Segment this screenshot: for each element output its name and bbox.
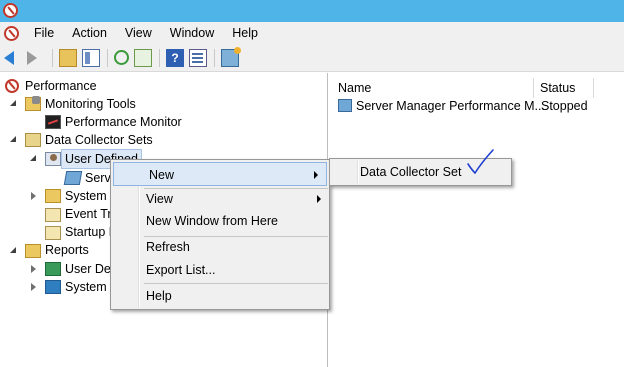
event-trace-icon bbox=[45, 208, 61, 222]
forward-button[interactable] bbox=[27, 49, 45, 67]
submenu-arrow-icon bbox=[317, 195, 321, 203]
help-icon[interactable]: ? bbox=[166, 48, 184, 67]
row-status: Stopped bbox=[541, 99, 588, 113]
list-header: Name Status bbox=[332, 78, 624, 98]
expand-reports-user-defined-icon[interactable] bbox=[29, 260, 39, 278]
up-folder-icon[interactable] bbox=[59, 48, 77, 67]
system-folder-icon bbox=[45, 189, 61, 203]
performance-monitor-icon bbox=[45, 115, 61, 129]
menu-item-help-label: Help bbox=[146, 289, 172, 303]
expand-reports-icon[interactable] bbox=[9, 242, 19, 260]
menu-item-new[interactable]: New bbox=[113, 162, 327, 186]
menu-item-view[interactable]: View bbox=[111, 187, 329, 211]
tree-item-monitoring-tools[interactable]: Monitoring Tools bbox=[45, 95, 136, 113]
tree-item-system[interactable]: System bbox=[65, 187, 107, 205]
context-menu: New View New Window from Here Refresh Ex… bbox=[110, 159, 330, 310]
menu-item-view-label: View bbox=[146, 192, 173, 206]
menu-bar: File Action View Window Help bbox=[0, 22, 624, 44]
menu-item-refresh[interactable]: Refresh bbox=[111, 235, 329, 259]
toolbar-separator bbox=[159, 48, 160, 67]
menu-window[interactable]: Window bbox=[161, 22, 223, 44]
title-bar bbox=[0, 0, 624, 22]
show-hide-tree-icon[interactable] bbox=[82, 48, 100, 67]
expand-reports-system-icon[interactable] bbox=[29, 278, 39, 296]
action-pane-icon[interactable] bbox=[221, 46, 241, 67]
user-defined-icon bbox=[45, 152, 61, 166]
toolbar-separator bbox=[52, 48, 53, 67]
performance-icon bbox=[5, 79, 19, 93]
column-header-status[interactable]: Status bbox=[534, 78, 594, 98]
startup-event-icon bbox=[45, 226, 61, 240]
export-list-icon[interactable] bbox=[134, 48, 152, 67]
expand-monitoring-tools-icon[interactable] bbox=[9, 95, 19, 113]
expand-data-collector-sets-icon[interactable] bbox=[9, 131, 19, 149]
server-collector-icon bbox=[63, 171, 83, 185]
expand-user-defined-icon[interactable] bbox=[29, 150, 39, 168]
menu-view[interactable]: View bbox=[116, 22, 161, 44]
list-row[interactable]: Server Manager Performance M... Stopped bbox=[336, 97, 624, 115]
row-name: Server Manager Performance M... bbox=[356, 99, 545, 113]
tree-item-reports-user-defined[interactable]: User Def bbox=[65, 260, 114, 278]
toolbar-separator bbox=[214, 48, 215, 67]
data-collector-set-icon bbox=[338, 99, 352, 112]
refresh-icon[interactable] bbox=[114, 50, 129, 65]
reports-folder-icon bbox=[25, 244, 41, 258]
toolbar-separator bbox=[107, 48, 108, 67]
tree-item-event-trace[interactable]: Event Tr bbox=[65, 205, 112, 223]
properties-icon[interactable] bbox=[189, 48, 207, 67]
submenu-arrow-icon bbox=[314, 171, 318, 179]
tree-item-performance-monitor[interactable]: Performance Monitor bbox=[65, 113, 182, 131]
tree-item-performance[interactable]: Performance bbox=[25, 77, 97, 95]
menu-item-new-label: New bbox=[149, 168, 175, 182]
monitoring-tools-folder-icon bbox=[25, 96, 41, 111]
back-button[interactable] bbox=[4, 49, 22, 67]
forward-arrow-icon bbox=[27, 50, 37, 65]
menu-file[interactable]: File bbox=[25, 22, 63, 44]
back-arrow-icon bbox=[4, 50, 14, 65]
toolbar: ? bbox=[0, 44, 624, 72]
menu-action[interactable]: Action bbox=[63, 22, 116, 44]
menu-item-export-list[interactable]: Export List... bbox=[111, 258, 329, 282]
menu-item-new-window-label: New Window from Here bbox=[146, 214, 278, 228]
system-menu-icon[interactable] bbox=[4, 25, 19, 41]
column-header-name[interactable]: Name bbox=[332, 78, 534, 98]
performance-monitor-app-icon[interactable] bbox=[3, 3, 18, 18]
reports-user-defined-icon bbox=[45, 262, 61, 276]
menu-help[interactable]: Help bbox=[223, 22, 267, 44]
menu-item-new-window[interactable]: New Window from Here bbox=[111, 209, 329, 233]
tree-item-reports-system[interactable]: System bbox=[65, 278, 107, 296]
tree-item-data-collector-sets[interactable]: Data Collector Sets bbox=[45, 131, 153, 149]
checkmark-annotation-icon bbox=[467, 149, 494, 174]
expand-system-icon[interactable] bbox=[29, 187, 39, 205]
menu-item-refresh-label: Refresh bbox=[146, 240, 190, 254]
reports-system-icon bbox=[45, 280, 61, 294]
submenu-item-data-collector-set-label: Data Collector Set bbox=[360, 165, 462, 179]
tree-item-reports[interactable]: Reports bbox=[45, 241, 89, 259]
menu-item-help[interactable]: Help bbox=[111, 284, 329, 308]
data-collector-sets-icon bbox=[25, 133, 41, 147]
menu-item-export-list-label: Export List... bbox=[146, 263, 216, 277]
